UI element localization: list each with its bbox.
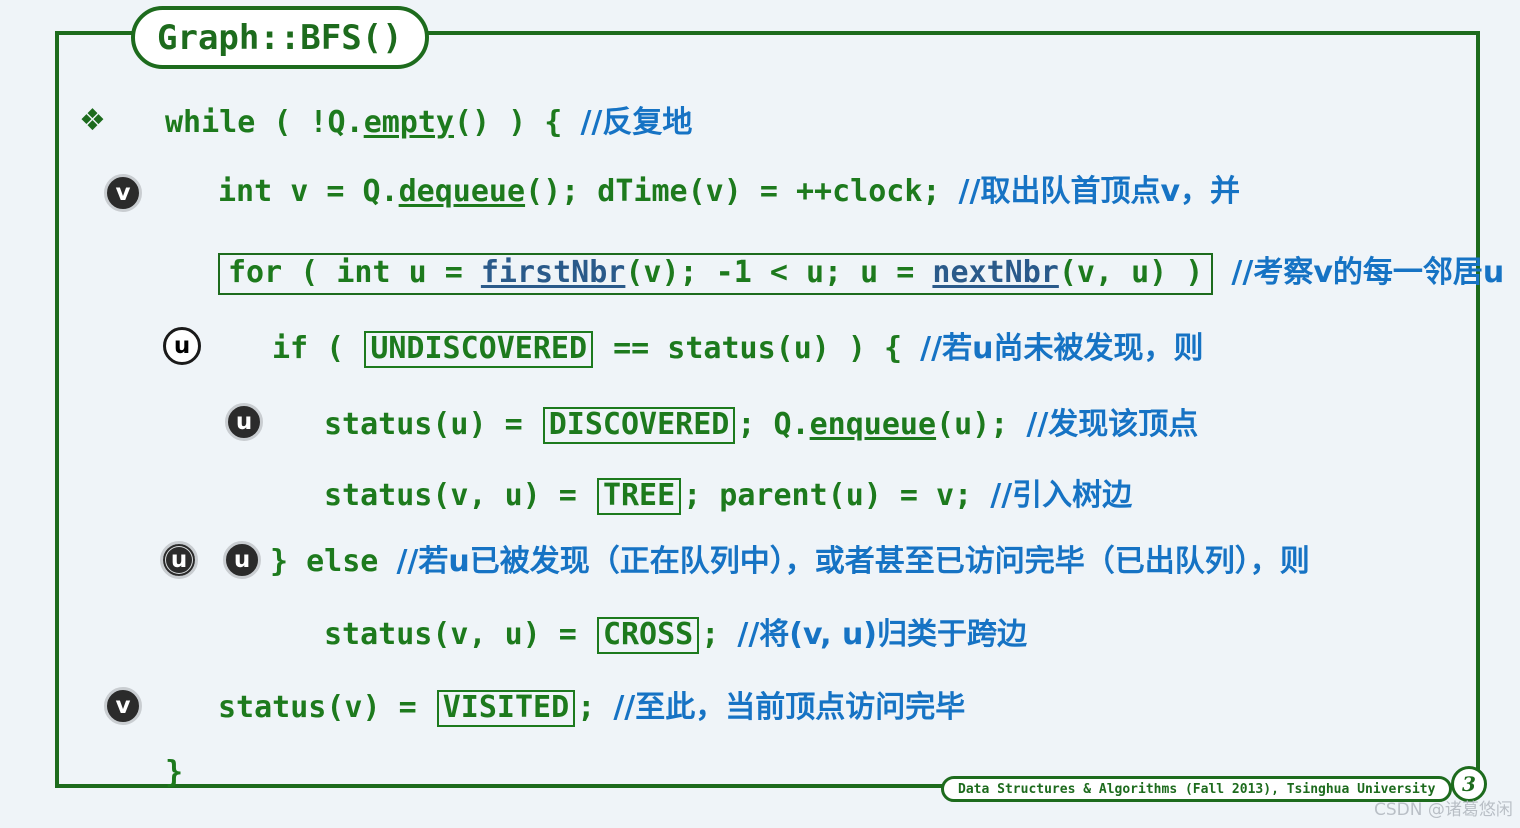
token-tree: TREE — [596, 478, 682, 515]
comment-visited: //至此，当前顶点访问完毕 — [613, 690, 966, 725]
code-line-visited: status(v) = VISITED; //至此，当前顶点访问完毕 — [218, 690, 965, 727]
closing-brace: } — [165, 755, 184, 790]
code-line-while: while ( !Q.empty() ) { //反复地 — [165, 108, 692, 138]
token-cross: CROSS — [596, 617, 700, 654]
tree-tail: ; parent(u) = v; — [683, 478, 973, 513]
for-head: for ( int u = — [228, 255, 481, 290]
for-loop-box: for ( int u = firstNbr(v); -1 < u; u = n… — [218, 253, 1214, 295]
method-nextNbr: nextNbr — [932, 255, 1059, 290]
page-title: Graph::BFS() — [157, 17, 403, 58]
code-line-tree: status(v, u) = TREE; parent(u) = v; //引入… — [324, 478, 1132, 515]
code-line-else: } else //若u已被发现（正在队列中），或者甚至已访问完毕（已出队列），则 — [270, 547, 1310, 577]
page-number-label: 3 — [1462, 772, 1476, 796]
visited-tail: ; — [577, 690, 596, 725]
for-tail: (v, u) ) — [1058, 255, 1204, 290]
code-line-closing-brace: } — [165, 758, 183, 788]
method-dequeue: dequeue — [398, 174, 526, 209]
comment-for: //考察v的每一邻居u — [1231, 255, 1505, 290]
cross-tail: ; — [701, 617, 720, 652]
token-undiscovered: UNDISCOVERED — [364, 331, 594, 368]
code-line-if-undiscovered: if ( UNDISCOVERED == status(u) ) { //若u尚… — [272, 331, 1203, 368]
method-firstNbr: firstNbr — [480, 255, 626, 290]
code-line-discovered: status(u) = DISCOVERED; Q.enqueue(u); //… — [324, 407, 1198, 444]
comment-else: //若u已被发现（正在队列中），或者甚至已访问完毕（已出队列），则 — [396, 544, 1310, 579]
code-line-cross: status(v, u) = CROSS; //将(v, u)归类于跨边 — [324, 617, 1027, 654]
slide-canvas: Graph::BFS() ❖ while ( !Q.empty() ) { //… — [0, 0, 1520, 828]
slide-title-pill: Graph::BFS() — [131, 6, 429, 69]
footer-course-label: Data Structures & Algorithms (Fall 2013)… — [958, 781, 1436, 797]
code-line-dequeue: int v = Q.dequeue(); dTime(v) = ++clock;… — [218, 177, 1240, 207]
method-empty: empty — [363, 105, 454, 140]
code-line-while-keyword: while ( !Q. — [165, 105, 364, 140]
discovered-head: status(u) = — [324, 407, 541, 442]
comment-tree: //引入树边 — [990, 478, 1133, 513]
tree-head: status(v, u) = — [324, 478, 595, 513]
comment-if-undiscovered: //若u尚未被发现，则 — [920, 331, 1204, 366]
comment-discovered: //发现该顶点 — [1026, 407, 1199, 442]
code-line-while-tail: () ) { — [454, 105, 563, 140]
discovered-tail: (u); — [936, 407, 1009, 442]
code-line-for: for ( int u = firstNbr(v); -1 < u; u = n… — [218, 253, 1504, 295]
visited-head: status(v) = — [218, 690, 435, 725]
if-tail: == status(u) ) { — [595, 331, 903, 366]
comment-cross: //将(v, u)归类于跨边 — [737, 617, 1028, 652]
else-keyword: } else — [270, 544, 379, 579]
method-enqueue: enqueue — [809, 407, 937, 442]
code-line-dequeue-head: int v = Q. — [218, 174, 399, 209]
cross-head: status(v, u) = — [324, 617, 595, 652]
comment-dequeue: //取出队首顶点v，并 — [958, 174, 1241, 209]
token-discovered: DISCOVERED — [542, 407, 736, 444]
comment-while: //反复地 — [580, 105, 693, 140]
discovered-mid: ; Q. — [737, 407, 810, 442]
for-mid: (v); -1 < u; u = — [625, 255, 933, 290]
code-line-dequeue-tail: (); dTime(v) = ++clock; — [525, 174, 941, 209]
token-visited: VISITED — [436, 690, 576, 727]
if-head: if ( — [272, 331, 363, 366]
watermark: CSDN @诸葛悠闲 — [1374, 800, 1513, 820]
